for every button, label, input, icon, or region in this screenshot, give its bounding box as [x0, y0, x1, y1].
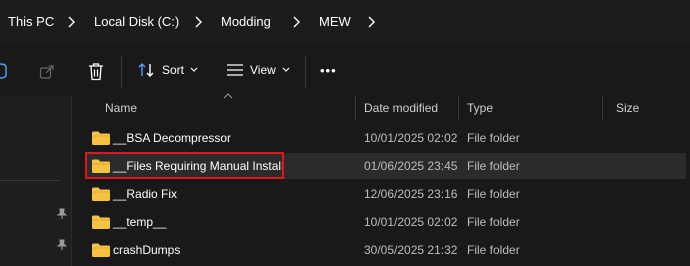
file-row[interactable]: __temp__ 10/01/2025 02:02 File folder	[86, 209, 686, 235]
sidebar-separator	[0, 180, 60, 181]
folder-icon	[92, 131, 110, 145]
file-type: File folder	[467, 187, 520, 201]
column-date-modified[interactable]: Date modified	[364, 101, 438, 115]
file-type: File folder	[467, 243, 520, 257]
chevron-down-icon	[190, 67, 198, 72]
file-date: 12/06/2025 23:16	[364, 187, 458, 201]
highlight-box	[85, 152, 284, 179]
file-name: __BSA Decompressor	[113, 131, 232, 145]
column-divider[interactable]	[458, 96, 459, 120]
rename-icon[interactable]	[0, 62, 10, 80]
toolbar-divider	[305, 56, 306, 88]
file-date: 30/05/2025 21:32	[364, 243, 458, 257]
column-header: Name Date modified Type Size	[72, 93, 690, 120]
pin-icon[interactable]	[57, 208, 67, 220]
more-options-button[interactable]: •••	[320, 58, 337, 82]
file-row[interactable]: __BSA Decompressor 10/01/2025 02:02 File…	[86, 125, 686, 151]
toolbar-divider	[121, 56, 122, 88]
chevron-right-icon[interactable]	[193, 15, 205, 29]
view-label: View	[250, 63, 276, 77]
file-name: __temp__	[113, 215, 167, 229]
column-size[interactable]: Size	[616, 101, 639, 115]
file-row[interactable]: crashDumps 30/05/2025 21:32 File folder	[86, 237, 686, 263]
view-button[interactable]: View	[226, 58, 290, 82]
folder-icon	[92, 187, 110, 201]
breadcrumb-mew[interactable]: MEW	[319, 14, 351, 29]
breadcrumb-local-disk[interactable]: Local Disk (C:)	[94, 14, 179, 29]
command-bar: Sort View •••	[0, 44, 690, 98]
breadcrumb-this-pc[interactable]: This PC	[8, 14, 54, 29]
folder-icon	[92, 243, 110, 257]
share-icon[interactable]	[39, 64, 55, 80]
file-name: crashDumps	[113, 243, 181, 257]
sort-ascending-icon	[223, 93, 233, 99]
address-bar[interactable]: This PC Local Disk (C:) Modding MEW	[0, 0, 690, 44]
pin-icon[interactable]	[57, 239, 67, 251]
chevron-right-icon[interactable]	[366, 15, 378, 29]
column-divider[interactable]	[355, 96, 356, 120]
chevron-down-icon	[282, 67, 290, 72]
pane-divider[interactable]	[71, 96, 72, 266]
sort-button[interactable]: Sort	[138, 58, 198, 82]
file-name: __Radio Fix	[113, 187, 178, 201]
chevron-right-icon[interactable]	[291, 15, 303, 29]
file-date: 10/01/2025 02:02	[364, 215, 458, 229]
sort-icon	[138, 63, 154, 77]
breadcrumb-modding[interactable]: Modding	[221, 14, 271, 29]
folder-icon	[92, 215, 110, 229]
file-type: File folder	[467, 215, 520, 229]
sort-label: Sort	[162, 63, 185, 77]
view-icon	[227, 64, 243, 76]
column-divider[interactable]	[602, 96, 603, 120]
file-date: 10/01/2025 02:02	[364, 131, 458, 145]
column-type[interactable]: Type	[467, 101, 493, 115]
file-date: 01/06/2025 23:45	[364, 159, 458, 173]
chevron-right-icon[interactable]	[66, 15, 78, 29]
column-name[interactable]: Name	[105, 101, 137, 115]
file-type: File folder	[467, 131, 520, 145]
file-row[interactable]: __Radio Fix 12/06/2025 23:16 File folder	[86, 181, 686, 207]
file-type: File folder	[467, 159, 520, 173]
delete-icon[interactable]	[88, 63, 104, 81]
